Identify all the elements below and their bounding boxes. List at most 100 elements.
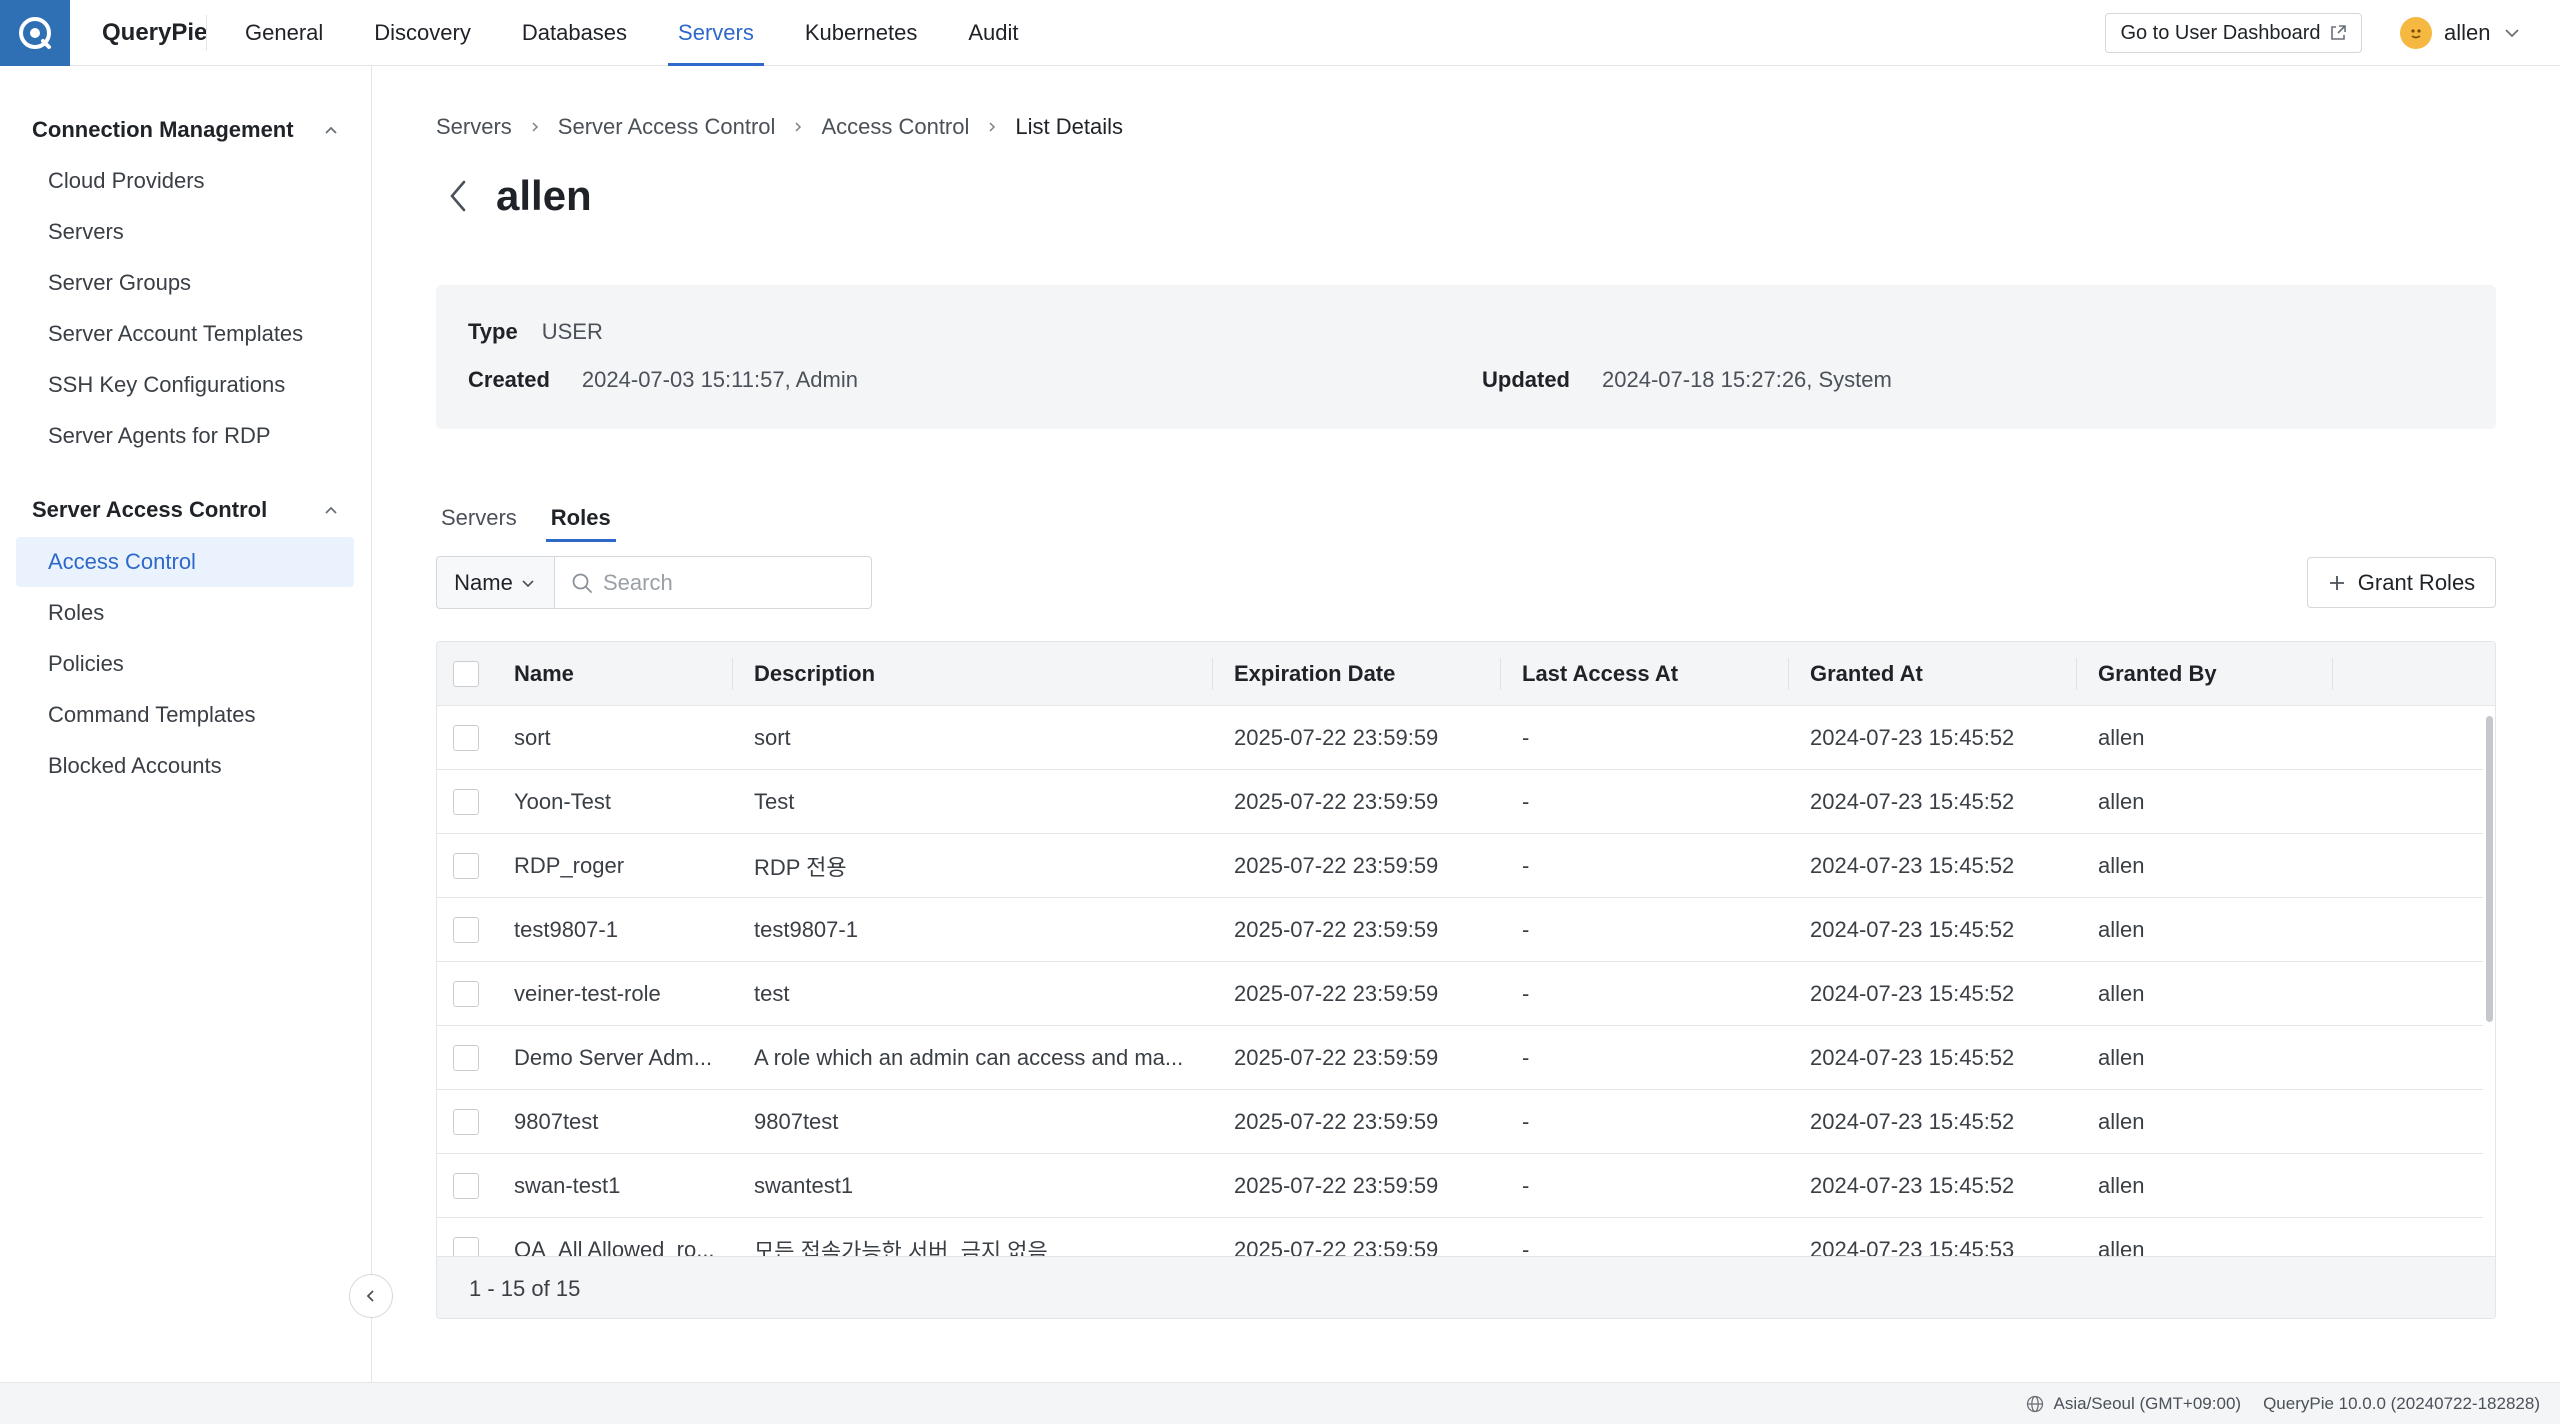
sidebar-item-policies[interactable]: Policies xyxy=(16,639,354,689)
chevron-down-icon xyxy=(2505,29,2520,38)
sidebar-item-label: Access Control xyxy=(48,549,196,574)
sidebar-item-label: Policies xyxy=(48,651,124,676)
sidebar-item-cloud-providers[interactable]: Cloud Providers xyxy=(16,156,354,206)
table-row[interactable]: Yoon-Test Test 2025-07-22 23:59:59 - 202… xyxy=(437,770,2483,834)
breadcrumb-access-control[interactable]: Access Control xyxy=(821,114,969,140)
querypie-logo[interactable] xyxy=(0,0,70,66)
sidebar-item-label: Servers xyxy=(48,219,124,244)
row-checkbox[interactable] xyxy=(453,1109,479,1135)
sidebar-item-access-control[interactable]: Access Control xyxy=(16,537,354,587)
created-value: 2024-07-03 15:11:57, Admin xyxy=(581,367,858,392)
sidebar-item-roles[interactable]: Roles xyxy=(16,588,354,638)
cell-name: veiner-test-role xyxy=(514,981,661,1006)
search-input[interactable] xyxy=(603,569,863,596)
filter-field-select[interactable]: Name xyxy=(436,556,554,609)
column-header-name[interactable]: Name xyxy=(514,642,574,706)
sidebar-item-server-account-templates[interactable]: Server Account Templates xyxy=(16,309,354,359)
row-select-cell xyxy=(453,834,479,898)
sidebar-item-servers[interactable]: Servers xyxy=(16,207,354,257)
row-checkbox[interactable] xyxy=(453,1237,479,1256)
back-button[interactable] xyxy=(446,176,476,216)
brand-name: QueryPie xyxy=(102,18,208,46)
table-row[interactable]: Demo Server Adm... A role which an admin… xyxy=(437,1026,2483,1090)
user-menu[interactable]: allen xyxy=(2400,13,2522,53)
cell-description: test9807-1 xyxy=(754,917,858,942)
scrollbar-thumb[interactable] xyxy=(2486,716,2493,1022)
cell-granted-at: 2024-07-23 15:45:52 xyxy=(1810,1109,2015,1134)
row-select-cell xyxy=(453,770,479,834)
column-divider xyxy=(2332,658,2333,690)
grant-roles-button[interactable]: Grant Roles xyxy=(2307,557,2496,608)
table-row[interactable]: swan-test1 swantest1 2025-07-22 23:59:59… xyxy=(437,1154,2483,1218)
breadcrumb-servers[interactable]: Servers xyxy=(436,114,512,140)
chevron-left-icon xyxy=(366,1290,374,1302)
row-checkbox[interactable] xyxy=(453,1173,479,1199)
column-header-last-access-at[interactable]: Last Access At xyxy=(1522,642,1678,706)
updated-value: 2024-07-18 15:27:26, System xyxy=(1602,367,1892,392)
column-header-description[interactable]: Description xyxy=(754,642,875,706)
nav-divider xyxy=(206,14,207,51)
filter-field-label: Name xyxy=(454,569,513,595)
cell-granted-at: 2024-07-23 15:45:52 xyxy=(1810,853,2015,878)
table-row[interactable]: sort sort 2025-07-22 23:59:59 - 2024-07-… xyxy=(437,706,2483,770)
sidebar-item-label: Server Groups xyxy=(48,270,192,295)
column-divider xyxy=(1500,658,1501,690)
tab-roles[interactable]: Roles xyxy=(545,496,616,542)
sidebar-item-server-groups[interactable]: Server Groups xyxy=(16,258,354,308)
row-checkbox[interactable] xyxy=(453,981,479,1007)
column-divider xyxy=(732,658,733,690)
sidebar-item-command-templates[interactable]: Command Templates xyxy=(16,690,354,740)
column-header-expiration-date[interactable]: Expiration Date xyxy=(1234,642,1395,706)
cell-last-access-at: - xyxy=(1522,725,1530,750)
nav-databases[interactable]: Databases xyxy=(512,0,637,66)
chevron-right-icon xyxy=(528,120,542,134)
table-row[interactable]: RDP_roger RDP 전용 2025-07-22 23:59:59 - 2… xyxy=(437,834,2483,898)
row-checkbox[interactable] xyxy=(453,917,479,943)
table-scrollbar[interactable] xyxy=(2483,706,2495,1256)
nav-general[interactable]: General xyxy=(235,0,333,66)
row-checkbox[interactable] xyxy=(453,725,479,751)
row-select-cell xyxy=(453,1090,479,1154)
row-checkbox[interactable] xyxy=(453,789,479,815)
sidebar-item-blocked-accounts[interactable]: Blocked Accounts xyxy=(16,741,354,791)
nav-servers[interactable]: Servers xyxy=(668,0,764,66)
table-row[interactable]: 9807test 9807test 2025-07-22 23:59:59 - … xyxy=(437,1090,2483,1154)
column-header-granted-by[interactable]: Granted By xyxy=(2098,642,2217,706)
tab-servers[interactable]: Servers xyxy=(436,496,522,540)
nav-discovery[interactable]: Discovery xyxy=(364,0,481,66)
collapse-sidebar-button[interactable] xyxy=(349,1274,393,1318)
cell-granted-by: allen xyxy=(2098,981,2145,1006)
table-row[interactable]: QA_All Allowed_ro... 모든 접속가능한 서버, 금지 없음 … xyxy=(437,1218,2483,1256)
table-row[interactable]: veiner-test-role test 2025-07-22 23:59:5… xyxy=(437,962,2483,1026)
section-server-access-control[interactable]: Server Access Control xyxy=(32,492,340,528)
version-label: QueryPie 10.0.0 (20240722-182828) xyxy=(2263,1393,2540,1413)
row-checkbox[interactable] xyxy=(453,853,479,879)
section-title: Server Access Control xyxy=(32,497,268,522)
grant-roles-label: Grant Roles xyxy=(2357,569,2476,595)
sidebar-item-label: Server Agents for RDP xyxy=(48,423,271,448)
detail-tabs: Servers Roles xyxy=(436,496,640,542)
cell-granted-by: allen xyxy=(2098,1173,2145,1198)
go-to-user-dashboard-button[interactable]: Go to User Dashboard xyxy=(2105,13,2362,53)
info-card: Type USER Created 2024-07-03 15:11:57, A… xyxy=(436,285,2496,429)
cell-expiration-date: 2025-07-22 23:59:59 xyxy=(1234,853,1439,878)
select-all-checkbox[interactable] xyxy=(453,661,479,687)
chevron-down-icon xyxy=(522,579,534,587)
chevron-right-icon xyxy=(791,120,805,134)
row-checkbox[interactable] xyxy=(453,1045,479,1071)
sidebar-item-ssh-key-configurations[interactable]: SSH Key Configurations xyxy=(16,360,354,410)
section-connection-management[interactable]: Connection Management xyxy=(32,112,340,148)
column-header-granted-at[interactable]: Granted At xyxy=(1810,642,1923,706)
nav-kubernetes[interactable]: Kubernetes xyxy=(795,0,928,66)
table-row[interactable]: test9807-1 test9807-1 2025-07-22 23:59:5… xyxy=(437,898,2483,962)
search-box xyxy=(554,556,872,609)
cell-last-access-at: - xyxy=(1522,1045,1530,1070)
timezone-indicator[interactable]: Asia/Seoul (GMT+09:00) xyxy=(2026,1394,2241,1414)
nav-audit[interactable]: Audit xyxy=(958,0,1028,66)
column-divider xyxy=(1212,658,1213,690)
roles-table: Name Description Expiration Date Last Ac… xyxy=(436,641,2496,1319)
breadcrumb-server-access-control[interactable]: Server Access Control xyxy=(558,114,776,140)
breadcrumb: Servers Server Access Control Access Con… xyxy=(436,112,1123,142)
sidebar-item-server-agents-for-rdp[interactable]: Server Agents for RDP xyxy=(16,411,354,461)
querypie-logo-icon xyxy=(19,16,51,49)
